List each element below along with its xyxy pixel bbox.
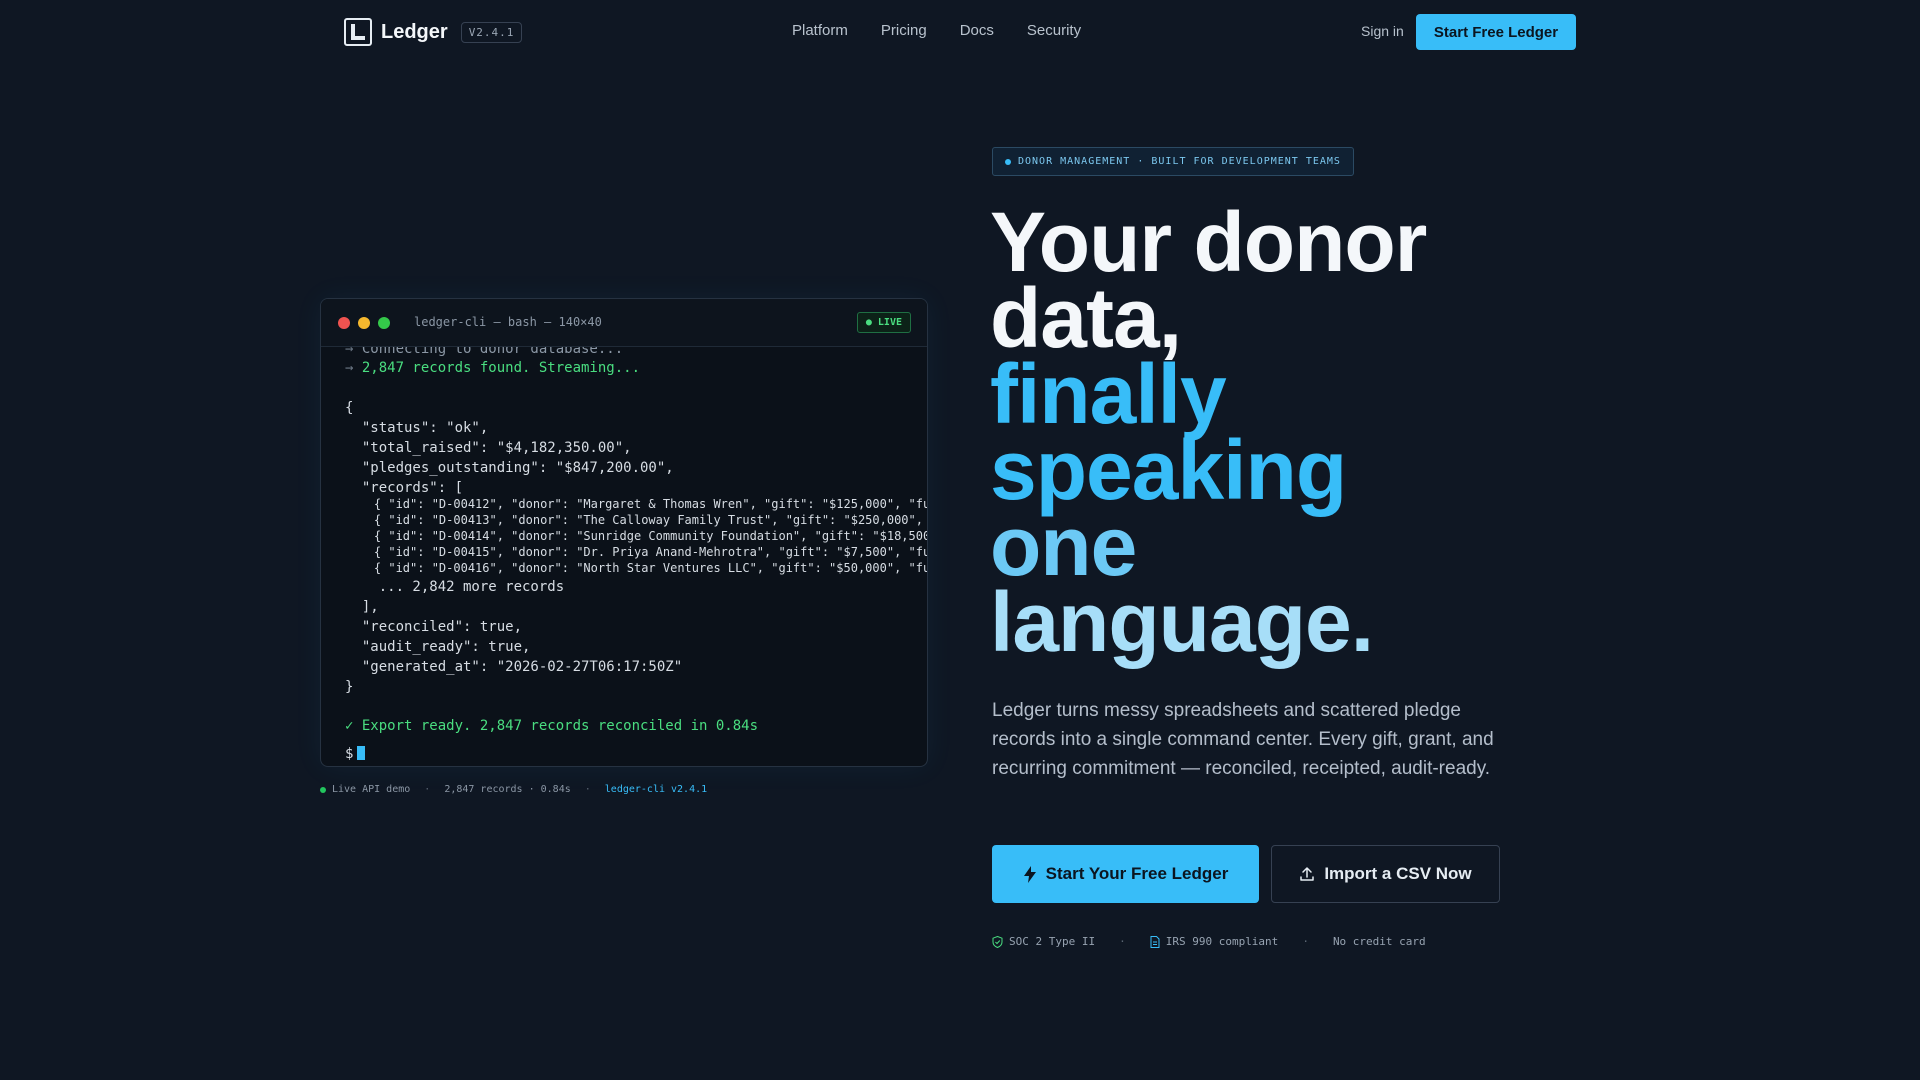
terminal-title: ledger-cli — bash — 140×40 [414,315,602,329]
terminal-line: "records": [ [345,480,464,496]
nav-links: Platform Pricing Docs Security [792,22,1114,39]
terminal-window: ledger-cli — bash — 140×40 ● LIVE → Conn… [320,298,928,767]
terminal-record-line: { "id": "D-00416", "donor": "North Star … [345,561,927,575]
terminal-stats: 2,847 records · 0.84s [444,784,571,795]
pill-dot-icon [1005,158,1011,165]
separator: · [1302,935,1309,948]
hero-headline: Your donor data, finally speaking one la… [990,195,1550,669]
pill-text: DONOR MANAGEMENT · BUILT FOR DEVELOPMENT… [1018,156,1341,167]
headline-line: speaking [990,423,1347,517]
terminal-line: "audit_ready": true, [345,639,531,655]
sign-in-link[interactable]: Sign in [1361,23,1404,39]
terminal-output: → Connecting to donor database... → 2,84… [321,347,927,766]
hero-eyebrow-pill: DONOR MANAGEMENT · BUILT FOR DEVELOPMENT… [992,147,1354,176]
terminal-footer: Live API demo · 2,847 records · 0.84s · … [320,784,707,795]
maximize-window-icon[interactable] [378,317,390,329]
live-api-demo-label: Live API demo [332,784,411,795]
terminal-prompt[interactable]: $ [345,746,366,762]
separator: · [584,784,591,795]
terminal-line: → Connecting to donor database... [345,347,623,357]
terminal-record-line: { "id": "D-00412", "donor": "Margaret & … [345,497,927,511]
start-free-ledger-button[interactable]: Start Free Ledger [1416,14,1576,50]
cursor-icon [357,746,366,760]
terminal-record-line: { "id": "D-00413", "donor": "The Callowa… [345,513,927,527]
terminal-line: "total_raised": "$4,182,350.00", [345,440,632,456]
terminal-line: } [345,679,354,695]
arrow-right-icon: → [345,347,362,357]
terminal-line: "pledges_outstanding": "$847,200.00", [345,460,674,476]
terminal-success-line: ✓ Export ready. 2,847 records reconciled… [345,718,759,734]
import-csv-button[interactable]: Import a CSV Now [1271,845,1500,903]
nav-link-security[interactable]: Security [1027,22,1081,39]
cta-primary-label: Start Your Free Ledger [1045,864,1229,883]
terminal-line: → 2,847 records found. Streaming... [345,360,641,376]
headline-line: Your donor [990,195,1427,289]
separator: · [1119,935,1126,948]
version-badge: V2.4.1 [460,21,523,43]
headline-line: data, [990,271,1182,365]
lightning-icon [1023,865,1036,883]
cta-secondary-label: Import a CSV Now [1324,864,1472,883]
document-icon [1150,935,1160,948]
terminal-line: "status": "ok", [345,420,489,436]
headline-line: finally [990,347,1227,441]
brand[interactable]: Ledger V2.4.1 [344,18,523,46]
start-your-free-ledger-button[interactable]: Start Your Free Ledger [992,845,1259,903]
arrow-right-icon: → [345,360,362,376]
hero-description: Ledger turns messy spreadsheets and scat… [992,700,1494,779]
terminal-line: ], [345,599,379,615]
nav-link-docs[interactable]: Docs [960,22,994,39]
terminal-line: "generated_at": "2026-02-27T06:17:50Z" [345,659,683,675]
headline-line: language. [990,575,1374,669]
shield-check-icon [992,935,1003,948]
live-badge: ● LIVE [856,312,911,333]
terminal-titlebar: ledger-cli — bash — 140×40 ● LIVE [321,299,927,347]
nav-link-platform[interactable]: Platform [792,22,848,39]
top-nav: Ledger V2.4.1 Platform Pricing Docs Secu… [0,0,1920,64]
ledger-logo-icon [344,18,372,46]
trust-badges: SOC 2 Type II · IRS 990 compliant · No c… [992,935,1426,948]
trust-item-no-credit-card: No credit card [1332,935,1426,948]
terminal-line: ... 2,842 more records [345,579,565,595]
separator: · [424,784,431,795]
headline-line: one [990,499,1137,593]
upload-icon [1300,867,1315,881]
terminal-record-line: { "id": "D-00414", "donor": "Sunridge Co… [345,529,927,543]
terminal-line: { [345,400,354,416]
terminal-line: "reconciled": true, [345,619,523,635]
trust-item-irs: IRS 990 compliant [1150,935,1278,948]
close-window-icon[interactable] [338,317,350,329]
trust-item-soc2: SOC 2 Type II [992,935,1095,948]
status-dot-icon [320,786,326,793]
ledger-cli-link[interactable]: ledger-cli v2.4.1 [605,784,707,795]
terminal-record-line: { "id": "D-00415", "donor": "Dr. Priya A… [345,545,927,559]
minimize-window-icon[interactable] [358,317,370,329]
brand-name: Ledger [381,20,448,43]
nav-link-pricing[interactable]: Pricing [881,22,927,39]
